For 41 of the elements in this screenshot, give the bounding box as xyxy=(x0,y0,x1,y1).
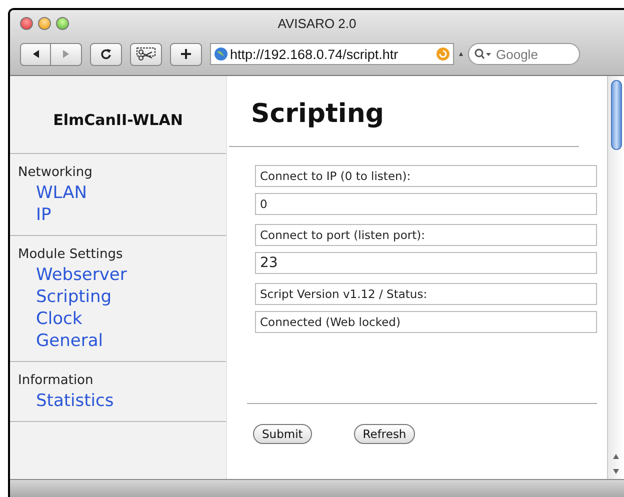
scroll-up-icon[interactable] xyxy=(612,453,620,461)
address-field[interactable]: http://192.168.0.74/script.htr xyxy=(210,43,454,65)
field-label: Connect to IP (0 to listen): xyxy=(255,165,597,187)
section-heading: Information xyxy=(18,372,94,390)
form-button[interactable]: Submit xyxy=(253,424,312,444)
page-heading: Scripting xyxy=(250,98,385,131)
search-field[interactable]: Google xyxy=(468,43,580,65)
section-heading: Networking xyxy=(18,164,92,182)
input-field[interactable]: 23 xyxy=(255,252,597,274)
nav-link[interactable]: IP xyxy=(18,204,52,226)
nav-link[interactable]: Clock xyxy=(18,308,82,330)
input-field[interactable]: Connected (Web locked) xyxy=(255,311,597,333)
minimize-button[interactable] xyxy=(38,16,51,30)
nav-link[interactable]: Webserver xyxy=(18,264,127,286)
nav-link[interactable]: Scripting xyxy=(18,286,112,308)
zoom-button[interactable] xyxy=(56,16,69,30)
back-icon xyxy=(30,49,40,59)
nav-link[interactable]: Statistics xyxy=(18,390,114,412)
add-button[interactable] xyxy=(170,42,202,66)
reload-badge-icon xyxy=(436,47,450,61)
nav-link[interactable]: General xyxy=(18,330,103,352)
scroll-thumb[interactable] xyxy=(610,80,622,150)
nav-link[interactable]: WLAN xyxy=(18,182,88,204)
scissors-icon xyxy=(136,47,156,61)
form-button[interactable]: Refresh xyxy=(354,424,416,444)
globe-icon xyxy=(214,47,228,61)
forward-icon xyxy=(61,49,71,59)
snippet-button[interactable] xyxy=(130,42,162,66)
field-label: Connect to port (listen port): xyxy=(255,224,597,246)
back-button[interactable] xyxy=(20,42,51,66)
input-field[interactable]: 0 xyxy=(255,193,597,215)
scrollbar[interactable] xyxy=(607,76,624,479)
close-button[interactable] xyxy=(20,16,33,30)
plus-icon xyxy=(180,48,192,60)
site-title: ElmCanII-WLAN xyxy=(10,76,226,154)
reload-button[interactable] xyxy=(90,42,122,66)
reload-icon xyxy=(100,48,112,60)
section-heading: Module Settings xyxy=(18,246,123,264)
window-title: AVISARO 2.0 xyxy=(278,16,356,30)
field-label: Script Version v1.12 / Status: xyxy=(255,283,597,305)
scroll-down-icon[interactable] xyxy=(612,467,620,475)
